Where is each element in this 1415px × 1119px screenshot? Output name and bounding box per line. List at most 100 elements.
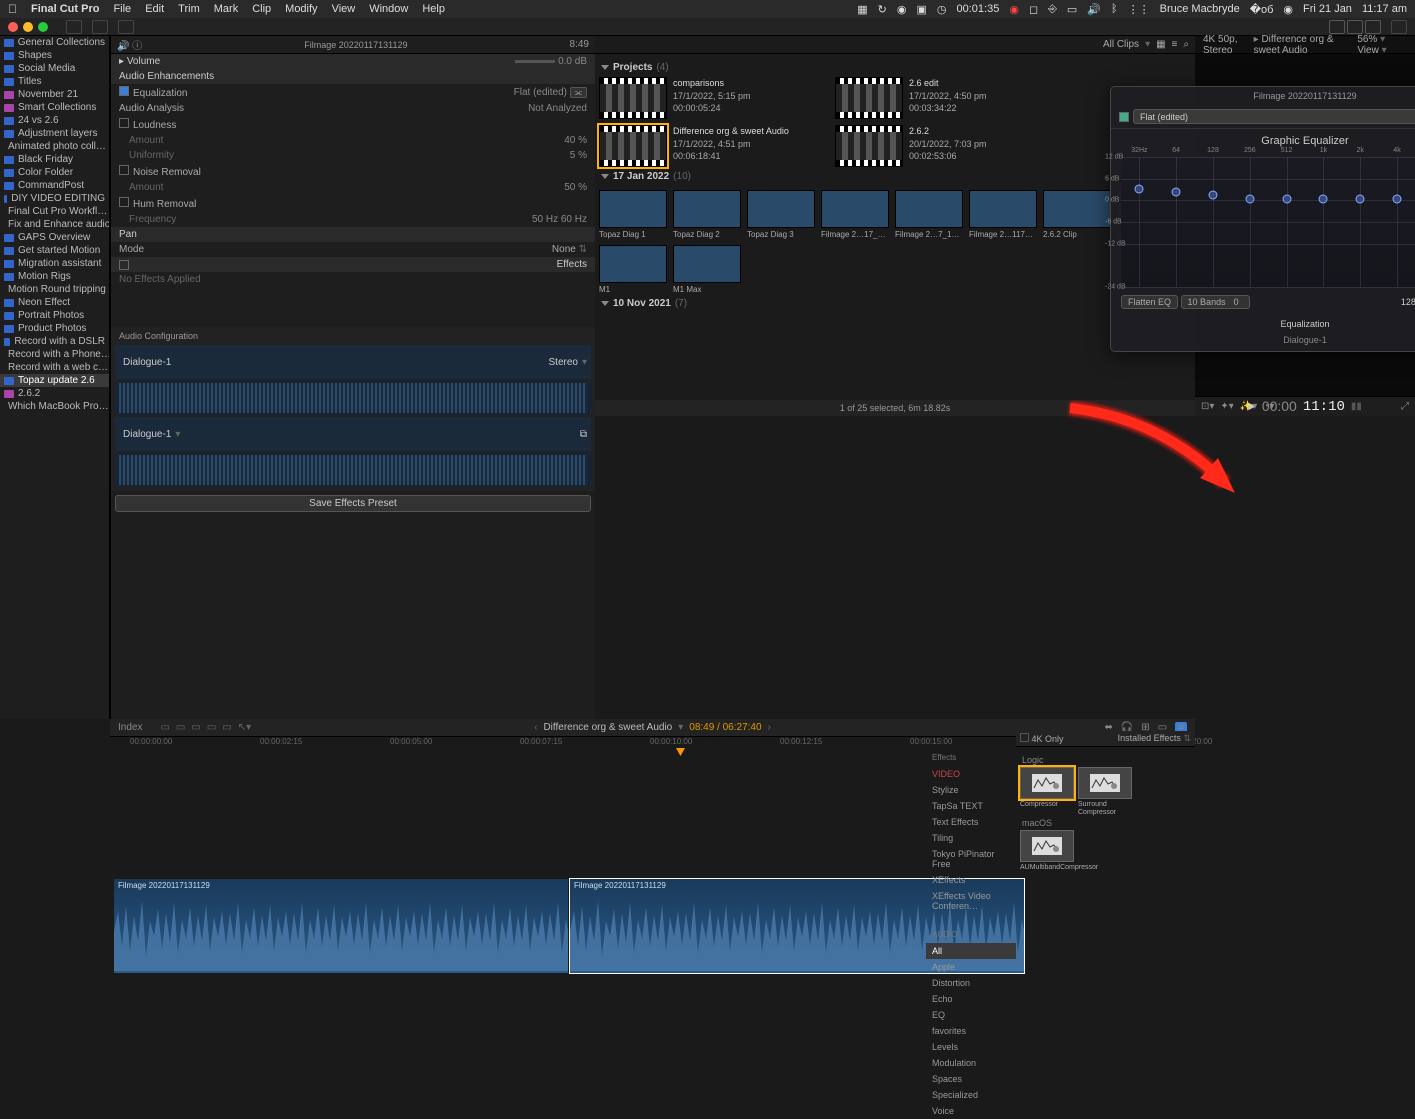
row-checkbox[interactable]: [119, 118, 129, 128]
row-checkbox[interactable]: [119, 197, 129, 207]
sidebar-item[interactable]: Fix and Enhance audio: [0, 218, 109, 231]
pan-mode-select[interactable]: None ⇅: [552, 244, 587, 255]
retime-menu-icon[interactable]: ◔▾: [1263, 401, 1274, 412]
timeline-audio-clip[interactable]: Filmage 20220117131129: [114, 879, 568, 973]
status-icon[interactable]: ⎆: [1048, 3, 1057, 16]
sidebar-item[interactable]: Black Friday: [0, 153, 109, 166]
sidebar-item[interactable]: Animated photo coll…: [0, 140, 109, 153]
tl-tool-icon[interactable]: ▭: [207, 722, 216, 733]
sidebar-item[interactable]: Record with a DSLR: [0, 335, 109, 348]
menu-mark[interactable]: Mark: [214, 3, 238, 15]
audio-meter-icon[interactable]: ▮▮: [1351, 401, 1362, 412]
sidebar-item[interactable]: CommandPost: [0, 179, 109, 192]
clip-item[interactable]: Topaz Diag 3: [747, 190, 815, 239]
sidebar-item[interactable]: 2.6.2: [0, 387, 109, 400]
effect-category[interactable]: favorites: [926, 1023, 1016, 1039]
eq-band-node[interactable]: [1135, 184, 1144, 193]
inspector-toggle[interactable]: [1365, 20, 1381, 34]
keyword-button[interactable]: [92, 20, 108, 34]
timeline-toggle[interactable]: [1347, 20, 1363, 34]
browser-toggle[interactable]: [1329, 20, 1345, 34]
4k-only-checkbox[interactable]: [1020, 733, 1029, 742]
effect-category[interactable]: EQ: [926, 1007, 1016, 1023]
sidebar-item[interactable]: Titles: [0, 75, 109, 88]
effect-category[interactable]: Distortion: [926, 975, 1016, 991]
bluetooth-icon[interactable]: ᛒ: [1111, 3, 1118, 15]
sidebar-item[interactable]: Get started Motion: [0, 244, 109, 257]
effect-category[interactable]: Voice: [926, 1103, 1016, 1119]
clip-item[interactable]: Topaz Diag 2: [673, 190, 741, 239]
save-effects-preset-button[interactable]: Save Effects Preset: [115, 495, 591, 512]
project-item[interactable]: 2.6 edit17/1/2022, 4:50 pm00:03:34:22: [835, 77, 1065, 119]
viewer-zoom[interactable]: 56%: [1357, 34, 1377, 45]
disclosure-icon[interactable]: [601, 174, 609, 179]
row-checkbox[interactable]: [119, 86, 129, 96]
effect-category[interactable]: Tokyo PiPinator Free: [926, 846, 1016, 872]
sidebar-item[interactable]: Product Photos: [0, 322, 109, 335]
status-icon[interactable]: ◉: [897, 3, 907, 16]
tl-tool-icon[interactable]: ▭: [176, 722, 185, 733]
siri-icon[interactable]: ◉: [1283, 3, 1293, 16]
sidebar-item[interactable]: Color Folder: [0, 166, 109, 179]
sidebar-item[interactable]: Final Cut Pro Workfl…: [0, 205, 109, 218]
volume-disclosure-icon[interactable]: ▸: [119, 56, 124, 67]
audio-component-row[interactable]: Dialogue-1▾ ⧉: [115, 417, 591, 451]
display-icon[interactable]: ▭: [1067, 3, 1077, 16]
clip-item[interactable]: Filmage 2…117131129: [969, 190, 1037, 239]
sidebar-item[interactable]: General Collections: [0, 36, 109, 49]
sidebar-item[interactable]: Portrait Photos: [0, 309, 109, 322]
clip-item[interactable]: M1 Max: [673, 245, 741, 294]
bands-toggle[interactable]: 10 Bands 0: [1181, 295, 1250, 309]
component-format[interactable]: Stereo: [549, 357, 578, 368]
eq-band-node[interactable]: [1209, 191, 1218, 200]
video-header[interactable]: VIDEO: [926, 766, 1016, 782]
tl-tool-icon[interactable]: ▭: [191, 722, 200, 733]
sidebar-item[interactable]: Smart Collections: [0, 101, 109, 114]
audio-component-row[interactable]: Dialogue-1 Stereo▾: [115, 345, 591, 379]
status-icon[interactable]: ▣: [916, 3, 926, 16]
history-back-icon[interactable]: ‹: [534, 722, 537, 733]
row-checkbox[interactable]: [119, 165, 129, 175]
menu-modify[interactable]: Modify: [285, 3, 317, 15]
sidebar-item[interactable]: Motion Rigs: [0, 270, 109, 283]
sidebar-item[interactable]: Migration assistant: [0, 257, 109, 270]
clip-item[interactable]: Filmage 2…17_123051: [821, 190, 889, 239]
effect-category[interactable]: All: [926, 943, 1016, 959]
user-name[interactable]: Bruce Macbryde: [1160, 3, 1240, 15]
transform-tool-icon[interactable]: ⊡▾: [1201, 401, 1214, 412]
sidebar-item[interactable]: Neon Effect: [0, 296, 109, 309]
sidebar-item[interactable]: Motion Round tripping: [0, 283, 109, 296]
app-name[interactable]: Final Cut Pro: [31, 3, 99, 15]
disclosure-icon[interactable]: [601, 65, 609, 70]
effect-category[interactable]: Levels: [926, 1039, 1016, 1055]
effect-item[interactable]: AUMultibandCompressor: [1020, 830, 1074, 872]
enhance-tool-icon[interactable]: ✨▾: [1240, 401, 1257, 412]
clip-item[interactable]: Topaz Diag 1: [599, 190, 667, 239]
effect-category[interactable]: Echo: [926, 991, 1016, 1007]
apple-menu-icon[interactable]: : [8, 2, 17, 16]
flatten-eq-button[interactable]: Flatten EQ: [1121, 295, 1178, 309]
window-controls[interactable]: [8, 22, 48, 32]
sidebar-item[interactable]: November 21: [0, 88, 109, 101]
effect-category[interactable]: XEffects Video Conferen…: [926, 888, 1016, 914]
sidebar-item[interactable]: DIY VIDEO EDITING: [0, 192, 109, 205]
effect-item[interactable]: Compressor: [1020, 767, 1074, 816]
eq-open-button[interactable]: ⫘: [570, 87, 587, 98]
effect-category[interactable]: TapSa TEXT: [926, 798, 1016, 814]
volume-icon[interactable]: 🔊: [1087, 3, 1101, 16]
eq-graph[interactable]: 32Hz641282565121k2k4k8k16kHz12 dB6 dB0 d…: [1121, 157, 1415, 287]
sidebar-item[interactable]: Topaz update 2.6: [0, 374, 109, 387]
eq-band-node[interactable]: [1282, 194, 1291, 203]
eq-band-node[interactable]: [1245, 194, 1254, 203]
browser-filter[interactable]: All Clips: [1103, 39, 1139, 50]
menu-edit[interactable]: Edit: [145, 3, 164, 15]
tl-tool-icon[interactable]: ▭: [222, 722, 231, 733]
clip-item[interactable]: 2.6.2 Clip: [1043, 190, 1111, 239]
tl-tool-icon[interactable]: ▭: [160, 722, 169, 733]
sidebar-item[interactable]: Record with a web c…: [0, 361, 109, 374]
effect-category[interactable]: Text Effects: [926, 814, 1016, 830]
eq-preset-select[interactable]: Flat (edited)▾: [1133, 109, 1415, 124]
eq-band-node[interactable]: [1172, 187, 1181, 196]
sidebar-item[interactable]: GAPS Overview: [0, 231, 109, 244]
status-icon[interactable]: ▦: [857, 3, 867, 16]
